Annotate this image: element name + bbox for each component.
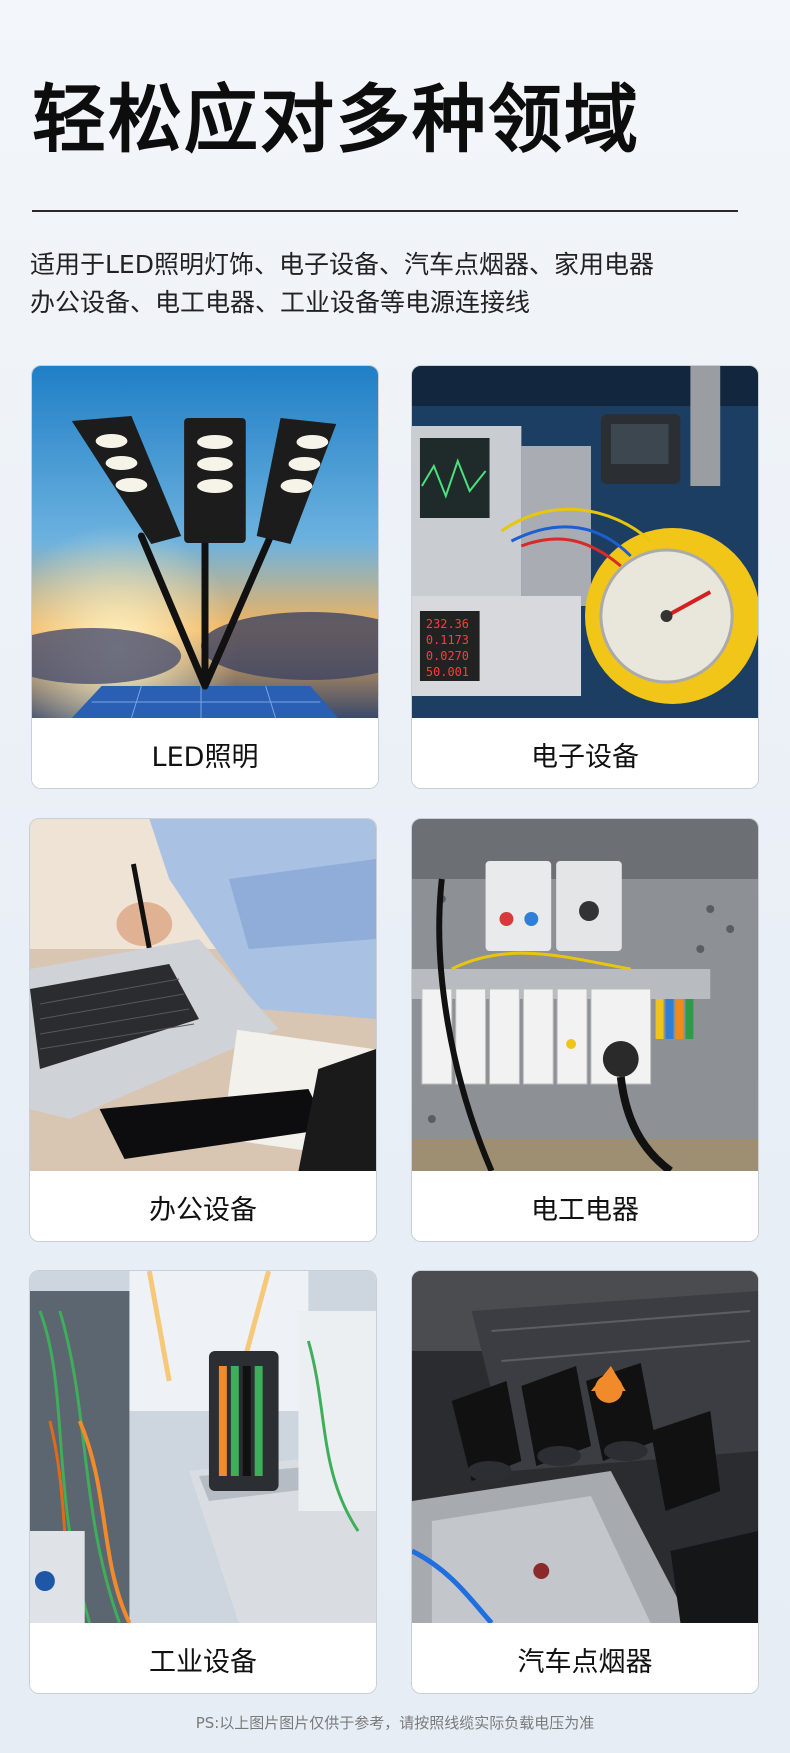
svg-text:50.001: 50.001 — [426, 665, 469, 679]
card-led-lighting: LED照明 — [31, 365, 379, 789]
description: 适用于LED照明灯饰、电子设备、汽车点烟器、家用电器 办公设备、电工电器、工业设… — [30, 246, 750, 322]
card-label-led: LED照明 — [32, 718, 378, 788]
svg-text:0.0270: 0.0270 — [426, 649, 469, 663]
card-electronic-equipment: 232.36 0.1173 0.0270 50.001 电子设备 — [411, 365, 759, 789]
title-divider — [32, 210, 738, 212]
description-line-1: 适用于LED照明灯饰、电子设备、汽车点烟器、家用电器 — [30, 250, 654, 279]
card-electrical-appliances: 电工电器 — [411, 818, 759, 1242]
solar-street-lights-photo — [32, 366, 378, 718]
industrial-machinery-photo — [30, 1271, 376, 1623]
electrical-panel-photo — [412, 819, 758, 1171]
card-label-office: 办公设备 — [30, 1171, 376, 1241]
card-label-car-lighter: 汽车点烟器 — [412, 1623, 758, 1693]
card-office-equipment: 办公设备 — [29, 818, 377, 1242]
card-label-industrial: 工业设备 — [30, 1623, 376, 1693]
card-label-electronic: 电子设备 — [412, 718, 758, 788]
laptop-desk-photo — [30, 819, 376, 1171]
card-car-lighter: 汽车点烟器 — [411, 1270, 759, 1694]
lab-instruments-photo: 232.36 0.1173 0.0270 50.001 — [412, 366, 758, 718]
description-line-2: 办公设备、电工电器、工业设备等电源连接线 — [30, 288, 531, 317]
svg-text:0.1173: 0.1173 — [426, 633, 469, 647]
svg-text:232.36: 232.36 — [426, 617, 469, 631]
page-title: 轻松应对多种领域 — [32, 77, 640, 163]
car-engine-photo — [412, 1271, 758, 1623]
card-industrial-equipment: 工业设备 — [29, 1270, 377, 1694]
disclaimer-note: PS:以上图片图片仅供于参考，请按照线缆实际负载电压为准 — [195, 1714, 595, 1732]
card-label-electrical: 电工电器 — [412, 1171, 758, 1241]
